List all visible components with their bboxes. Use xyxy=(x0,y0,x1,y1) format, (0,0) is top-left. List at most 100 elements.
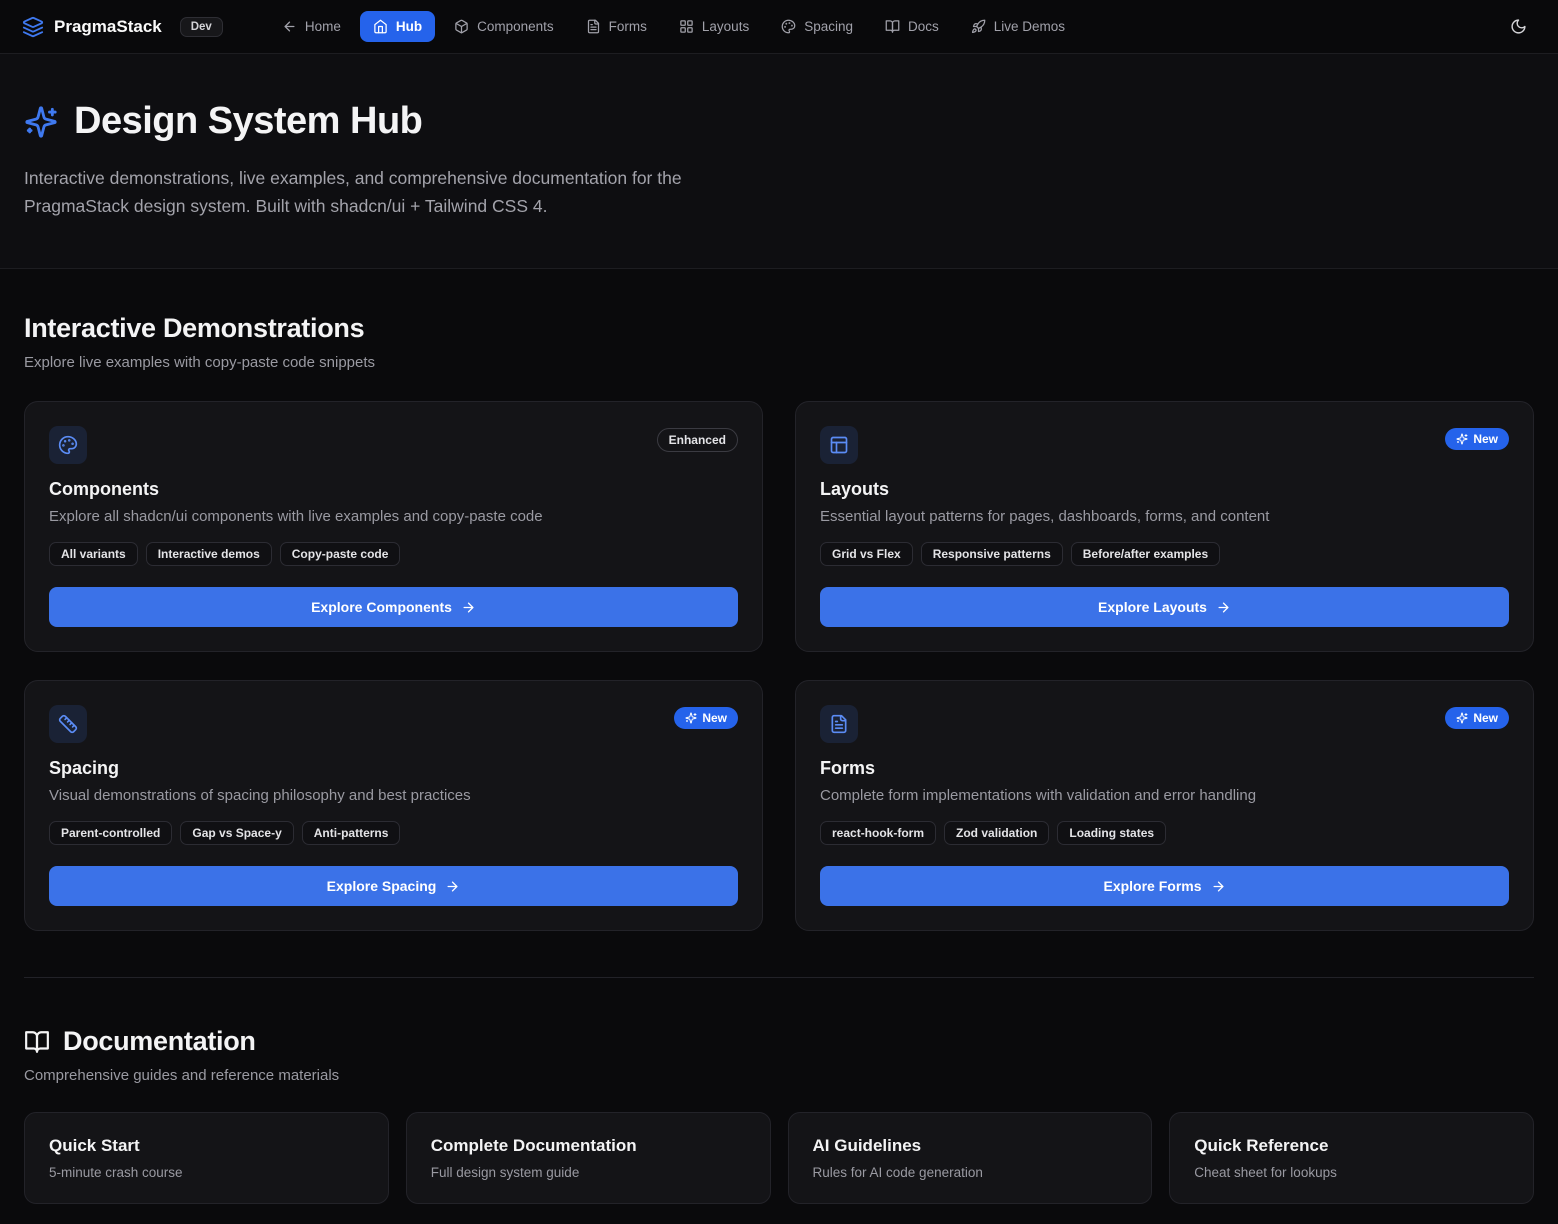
card-title: Forms xyxy=(820,758,1509,779)
nav-item-label: Hub xyxy=(396,19,422,34)
nav-item-hub[interactable]: Hub xyxy=(360,11,435,42)
moon-icon xyxy=(1510,18,1527,35)
tag: Responsive patterns xyxy=(921,542,1063,566)
tag: Copy-paste code xyxy=(280,542,401,566)
box-icon xyxy=(454,19,469,34)
nav-item-docs[interactable]: Docs xyxy=(872,11,952,42)
brand-name: PragmaStack xyxy=(54,17,162,37)
tag: Before/after examples xyxy=(1071,542,1220,566)
explore-spacing-button[interactable]: Explore Spacing xyxy=(49,866,738,906)
page-title: Design System Hub xyxy=(74,100,422,143)
layout-grid-icon xyxy=(679,19,694,34)
docs-section-title: Documentation xyxy=(63,1026,256,1057)
demos-section-subtitle: Explore live examples with copy-paste co… xyxy=(24,354,1534,371)
tag: All variants xyxy=(49,542,138,566)
tag: Interactive demos xyxy=(146,542,272,566)
card-icon-box xyxy=(49,705,87,743)
demo-card-components: Enhanced Components Explore all shadcn/u… xyxy=(24,401,763,652)
nav-item-live-demos[interactable]: Live Demos xyxy=(958,11,1078,42)
nav-item-label: Live Demos xyxy=(994,19,1065,34)
arrow-right-icon xyxy=(1216,600,1231,615)
book-open-icon xyxy=(885,19,900,34)
demo-card-spacing: New Spacing Visual demonstrations of spa… xyxy=(24,680,763,931)
card-title: Spacing xyxy=(49,758,738,779)
nav-item-label: Layouts xyxy=(702,19,749,34)
nav-item-label: Components xyxy=(477,19,554,34)
nav-item-layouts[interactable]: Layouts xyxy=(666,11,762,42)
brand[interactable]: PragmaStack Dev xyxy=(22,16,223,38)
ruler-icon xyxy=(58,714,78,734)
card-icon-box xyxy=(820,426,858,464)
status-badge: Enhanced xyxy=(657,428,738,452)
page-subtitle: Interactive demonstrations, live example… xyxy=(24,165,759,220)
nav-item-forms[interactable]: Forms xyxy=(573,11,660,42)
env-badge: Dev xyxy=(180,17,223,37)
main-content: Interactive Demonstrations Explore live … xyxy=(0,269,1558,1224)
arrow-right-icon xyxy=(445,879,460,894)
tag: Anti-patterns xyxy=(302,821,401,845)
explore-forms-button[interactable]: Explore Forms xyxy=(820,866,1509,906)
demo-card-forms: New Forms Complete form implementations … xyxy=(795,680,1534,931)
card-description: Explore all shadcn/ui components with li… xyxy=(49,508,738,525)
demo-card-layouts: New Layouts Essential layout patterns fo… xyxy=(795,401,1534,652)
layout-icon xyxy=(829,435,849,455)
demos-section-title: Interactive Demonstrations xyxy=(24,313,1534,344)
sparkles-icon xyxy=(24,105,58,139)
button-label: Explore Spacing xyxy=(327,878,437,894)
card-icon-box xyxy=(820,705,858,743)
arrow-left-icon xyxy=(282,19,297,34)
hero-section: Design System Hub Interactive demonstrat… xyxy=(0,54,1558,269)
demo-card-grid: Enhanced Components Explore all shadcn/u… xyxy=(24,401,1534,931)
nav-item-label: Spacing xyxy=(804,19,853,34)
button-label: Explore Forms xyxy=(1103,878,1201,894)
button-label: Explore Components xyxy=(311,599,452,615)
palette-icon xyxy=(58,435,78,455)
sparkles-icon xyxy=(685,712,697,724)
nav-item-components[interactable]: Components xyxy=(441,11,567,42)
nav-item-label: Home xyxy=(305,19,341,34)
explore-components-button[interactable]: Explore Components xyxy=(49,587,738,627)
home-icon xyxy=(373,19,388,34)
nav-item-label: Docs xyxy=(908,19,939,34)
doc-card-title: Complete Documentation xyxy=(431,1136,746,1156)
sparkles-icon xyxy=(1456,712,1468,724)
card-title: Components xyxy=(49,479,738,500)
explore-layouts-button[interactable]: Explore Layouts xyxy=(820,587,1509,627)
nav-item-label: Forms xyxy=(609,19,647,34)
card-tags: react-hook-form Zod validation Loading s… xyxy=(820,821,1509,845)
doc-card-quick-reference[interactable]: Quick Reference Cheat sheet for lookups xyxy=(1169,1112,1534,1204)
card-description: Visual demonstrations of spacing philoso… xyxy=(49,787,738,804)
tag: react-hook-form xyxy=(820,821,936,845)
card-title: Layouts xyxy=(820,479,1509,500)
doc-card-description: Rules for AI code generation xyxy=(813,1165,1128,1180)
rocket-icon xyxy=(971,19,986,34)
badge-label: New xyxy=(1473,711,1498,725)
tag: Parent-controlled xyxy=(49,821,172,845)
doc-card-quick-start[interactable]: Quick Start 5-minute crash course xyxy=(24,1112,389,1204)
doc-card-complete-documentation[interactable]: Complete Documentation Full design syste… xyxy=(406,1112,771,1204)
section-divider xyxy=(24,977,1534,978)
button-label: Explore Layouts xyxy=(1098,599,1207,615)
doc-card-description: Cheat sheet for lookups xyxy=(1194,1165,1509,1180)
doc-card-title: Quick Reference xyxy=(1194,1136,1509,1156)
card-description: Complete form implementations with valid… xyxy=(820,787,1509,804)
doc-card-ai-guidelines[interactable]: AI Guidelines Rules for AI code generati… xyxy=(788,1112,1153,1204)
theme-toggle-button[interactable] xyxy=(1500,9,1536,45)
tag: Gap vs Space-y xyxy=(180,821,293,845)
card-description: Essential layout patterns for pages, das… xyxy=(820,508,1509,525)
nav-item-spacing[interactable]: Spacing xyxy=(768,11,866,42)
sparkles-icon xyxy=(1456,433,1468,445)
docs-card-grid: Quick Start 5-minute crash course Comple… xyxy=(24,1112,1534,1204)
docs-section-subtitle: Comprehensive guides and reference mater… xyxy=(24,1067,1534,1084)
card-icon-box xyxy=(49,426,87,464)
layers-icon xyxy=(22,16,44,38)
tag: Grid vs Flex xyxy=(820,542,913,566)
doc-card-title: Quick Start xyxy=(49,1136,364,1156)
new-badge: New xyxy=(674,707,738,729)
arrow-right-icon xyxy=(1211,879,1226,894)
badge-label: New xyxy=(702,711,727,725)
file-text-icon xyxy=(829,714,849,734)
file-text-icon xyxy=(586,19,601,34)
doc-card-description: Full design system guide xyxy=(431,1165,746,1180)
nav-item-home[interactable]: Home xyxy=(269,11,354,42)
